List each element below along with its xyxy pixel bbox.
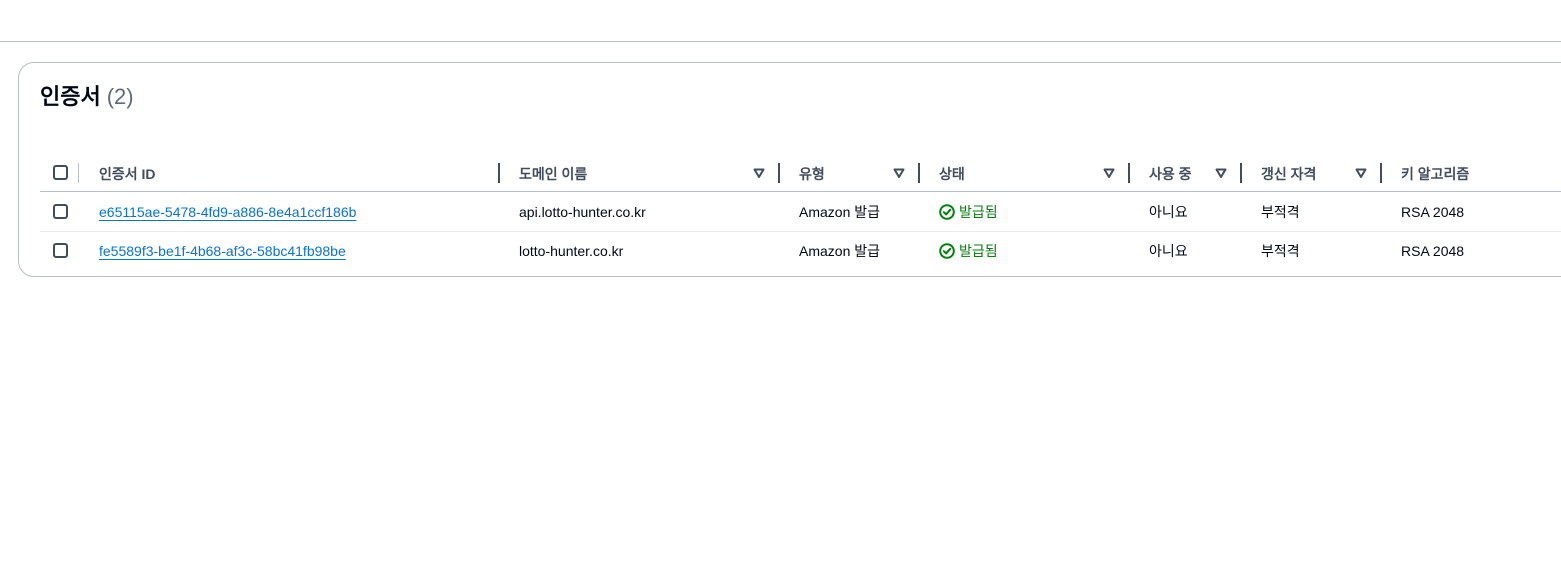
column-header-type[interactable]: 유형 (799, 164, 825, 184)
status-positive-icon (939, 243, 955, 259)
select-all-checkbox[interactable] (53, 165, 68, 180)
renewal-eligibility-cell: 부적격 (1261, 243, 1300, 259)
certificate-id-link[interactable]: fe5589f3-be1f-4b68-af3c-58bc41fb98be (99, 241, 346, 261)
renewal-eligibility-cell: 부적격 (1261, 204, 1300, 220)
table-header-divider (40, 191, 1561, 192)
row-divider (40, 231, 1561, 232)
sort-caret-down-icon[interactable] (893, 167, 905, 179)
type-cell: Amazon 발급 (799, 243, 881, 259)
certificates-panel: 인증서 (2) 인증서 ID 도메인 이름 유형 상태 사용 중 갱신 자격 키 … (18, 62, 1561, 277)
status-badge: 발급됨 (939, 202, 998, 222)
row-checkbox[interactable] (53, 204, 68, 219)
column-header-status[interactable]: 상태 (939, 164, 965, 184)
column-header-renewal-eligibility[interactable]: 갱신 자격 (1261, 164, 1316, 184)
column-separator (78, 163, 79, 183)
sort-caret-down-icon[interactable] (753, 167, 765, 179)
top-divider (0, 41, 1561, 42)
type-cell: Amazon 발급 (799, 204, 881, 220)
sort-caret-down-icon[interactable] (1103, 167, 1115, 179)
status-positive-icon (939, 204, 955, 220)
domain-name-cell: lotto-hunter.co.kr (519, 243, 624, 259)
column-resizer[interactable] (1380, 163, 1382, 183)
key-algorithm-cell: RSA 2048 (1401, 243, 1465, 259)
column-header-domain-name[interactable]: 도메인 이름 (519, 164, 587, 184)
status-text: 발급됨 (959, 243, 998, 259)
in-use-cell: 아니요 (1149, 243, 1188, 259)
sort-caret-down-icon[interactable] (1355, 167, 1367, 179)
page-title: 인증서 (2) (40, 79, 134, 111)
column-resizer[interactable] (778, 163, 780, 183)
row-checkbox[interactable] (53, 243, 68, 258)
column-resizer[interactable] (918, 163, 920, 183)
column-resizer[interactable] (498, 163, 500, 183)
certificate-id-link[interactable]: e65115ae-5478-4fd9-a886-8e4a1ccf186b (99, 202, 356, 222)
column-header-key-algorithm[interactable]: 키 알고리즘 (1401, 164, 1469, 184)
column-resizer[interactable] (1240, 163, 1242, 183)
panel-title-count: (2) (106, 84, 134, 109)
column-resizer[interactable] (1128, 163, 1130, 183)
status-badge: 발급됨 (939, 241, 998, 261)
key-algorithm-cell: RSA 2048 (1401, 204, 1465, 220)
domain-name-cell: api.lotto-hunter.co.kr (519, 204, 646, 220)
column-header-certificate-id[interactable]: 인증서 ID (99, 164, 156, 184)
column-header-in-use[interactable]: 사용 중 (1149, 164, 1192, 184)
status-text: 발급됨 (959, 204, 998, 220)
in-use-cell: 아니요 (1149, 204, 1188, 220)
panel-title-text: 인증서 (40, 84, 101, 109)
sort-caret-down-icon[interactable] (1215, 167, 1227, 179)
